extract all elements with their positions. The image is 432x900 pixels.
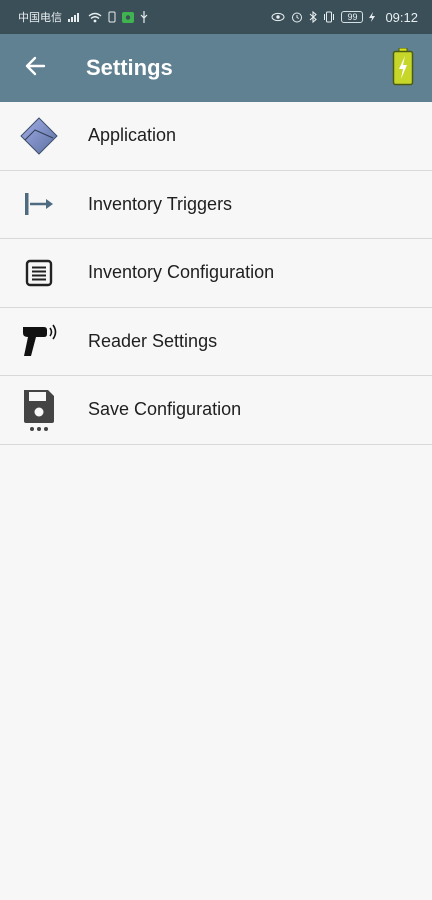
charging-icon: [369, 12, 376, 22]
bluetooth-icon: [309, 11, 318, 23]
menu-item-label: Inventory Configuration: [88, 262, 275, 283]
save-icon: [0, 376, 88, 444]
trigger-icon: [0, 171, 88, 239]
arrow-back-icon: [24, 55, 46, 82]
call-recording-icon: [122, 11, 134, 23]
application-icon: [0, 102, 88, 170]
scanner-icon: [0, 308, 88, 376]
menu-item-label: Save Configuration: [88, 399, 242, 420]
menu-item-label: Inventory Triggers: [88, 193, 233, 214]
toolbar: Settings: [0, 34, 432, 102]
wifi-icon: [88, 12, 102, 23]
page-title: Settings: [86, 55, 173, 80]
alarm-icon: [291, 11, 303, 23]
carrier-label: 中国电信: [18, 12, 62, 24]
menu-item-application[interactable]: Application: [0, 102, 432, 171]
menu-item-reader-settings[interactable]: Reader Settings: [0, 307, 432, 376]
status-left: 中国电信: [18, 9, 148, 25]
menu-item-save-configuration[interactable]: Save Configuration: [0, 376, 432, 445]
eye-icon: [271, 12, 285, 22]
battery-charging-icon: [392, 47, 414, 90]
signal-icon: [68, 12, 82, 22]
status-bar: 中国电信 99 09:12: [0, 0, 432, 34]
usb-icon: [140, 11, 148, 23]
menu-item-label: Reader Settings: [88, 330, 218, 351]
menu-item-label: Application: [88, 125, 177, 146]
status-right: 99 09:12: [271, 10, 418, 25]
settings-list: Application Inventory Triggers Inventory…: [0, 102, 432, 445]
clock: 09:12: [385, 9, 418, 25]
menu-item-inventory-configuration[interactable]: Inventory Configuration: [0, 239, 432, 308]
vibrate-icon: [323, 11, 335, 23]
notification-icon: [108, 11, 116, 23]
reader-battery-button[interactable]: [392, 47, 414, 86]
menu-item-inventory-triggers[interactable]: Inventory Triggers: [0, 170, 432, 239]
list-icon: [0, 239, 88, 307]
back-button[interactable]: [0, 34, 70, 102]
battery-indicator: 99: [341, 11, 364, 23]
